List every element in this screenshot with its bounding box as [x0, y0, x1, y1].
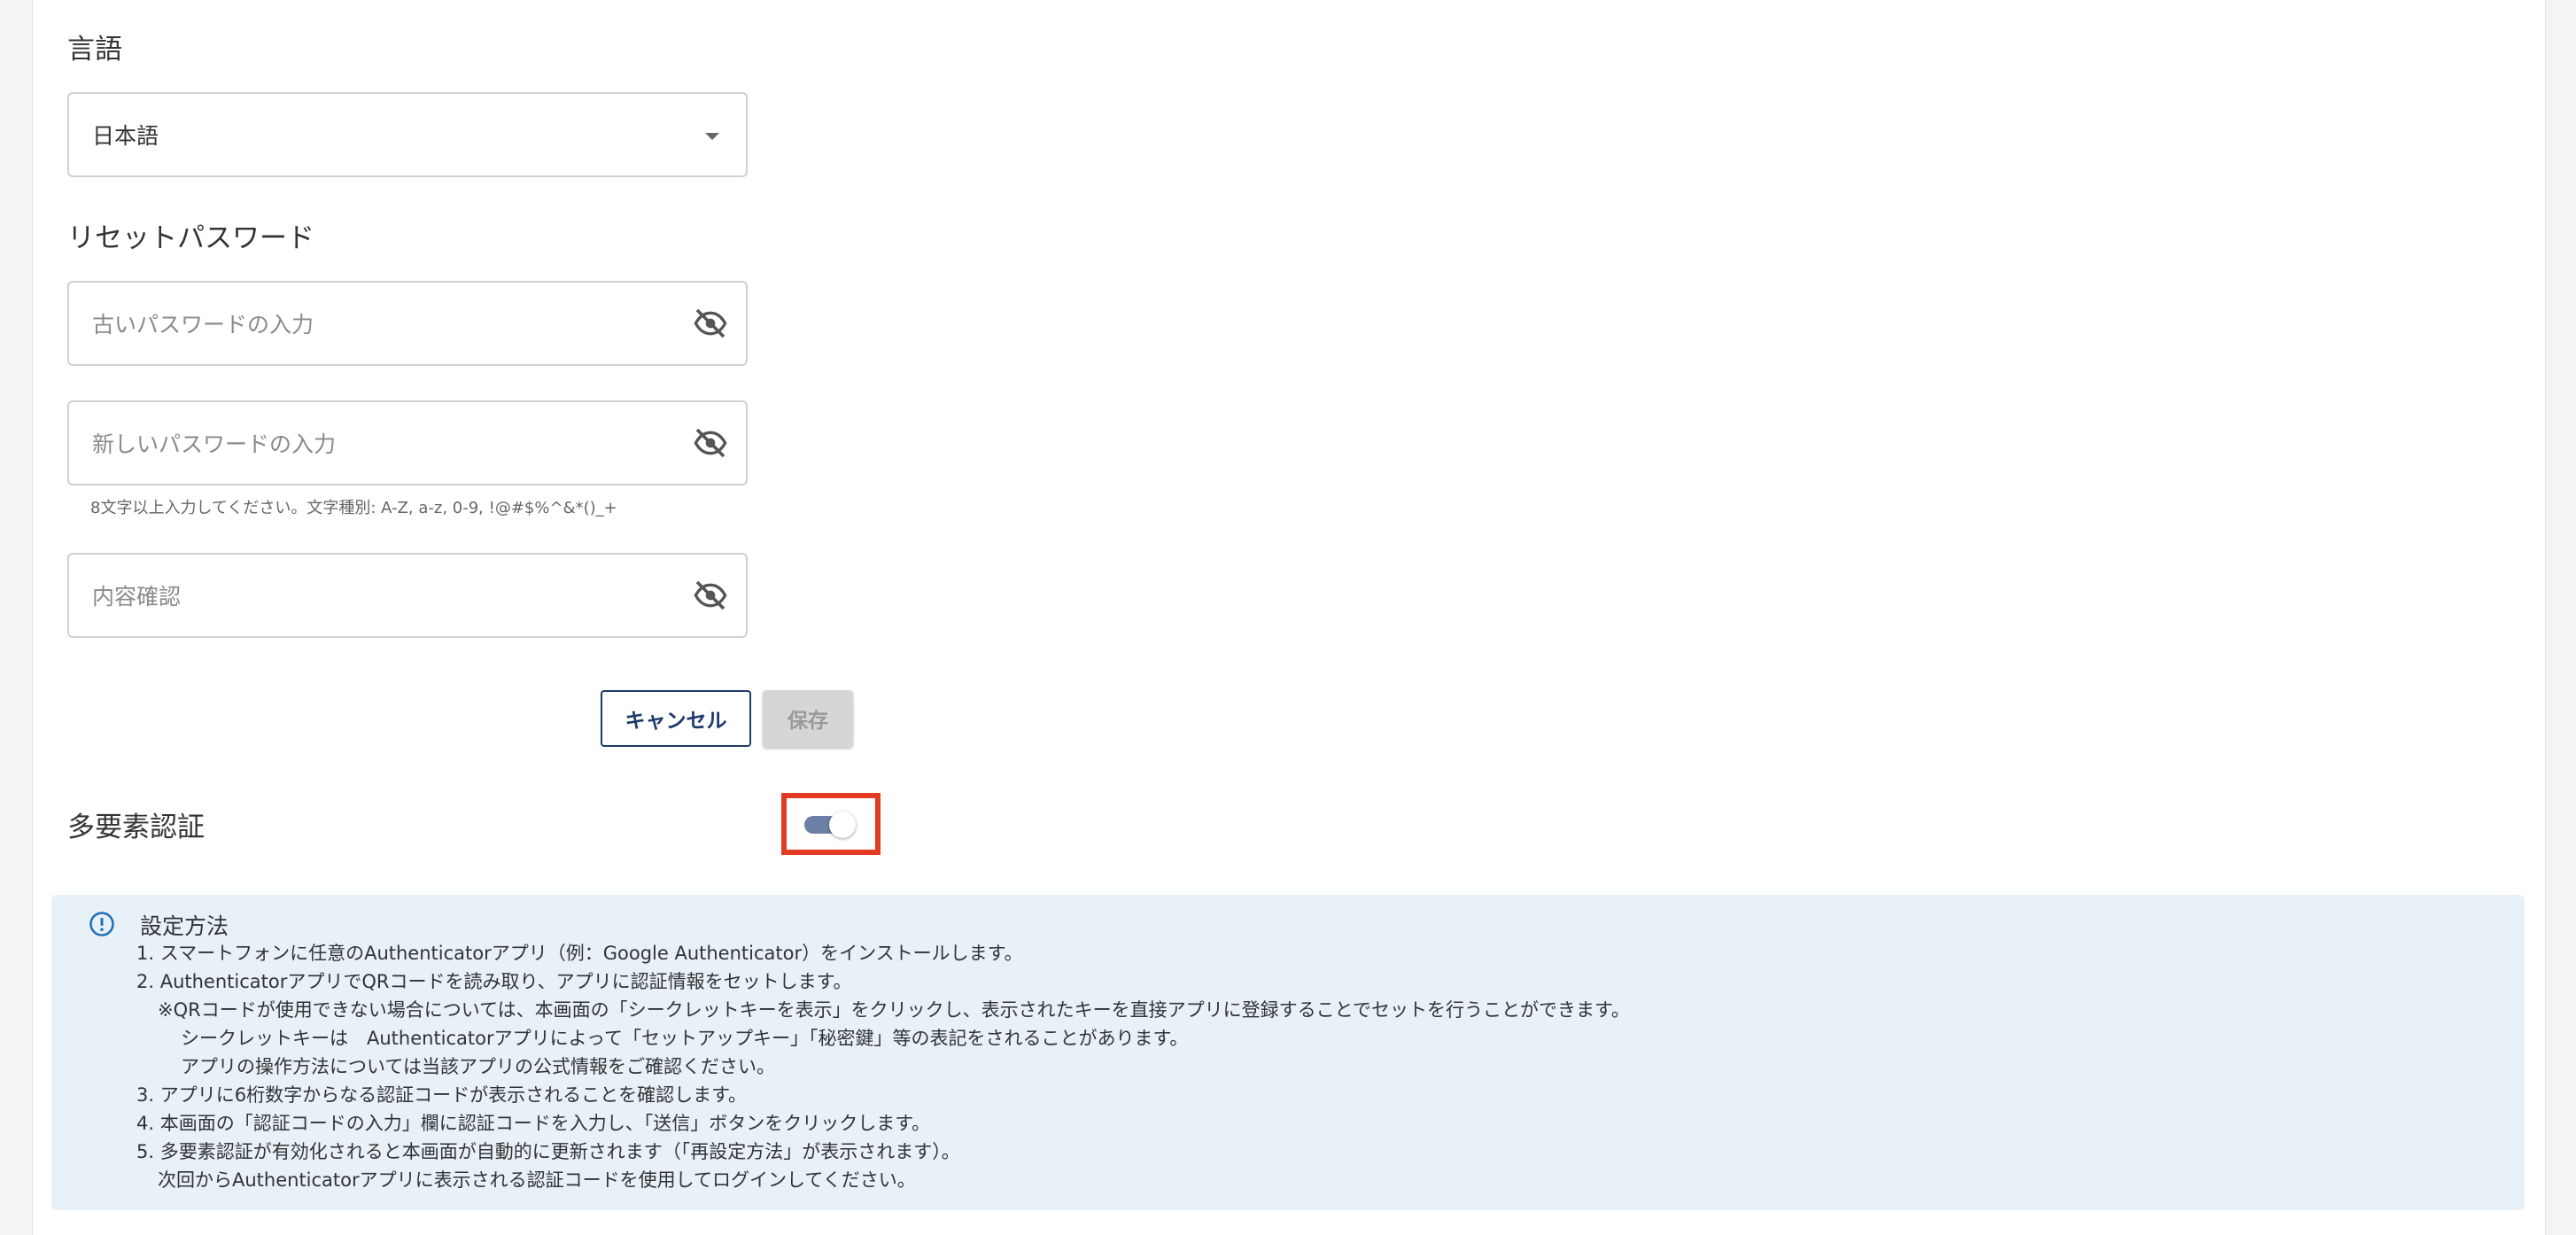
- cancel-button[interactable]: キャンセル: [601, 690, 751, 747]
- info-steps: 1. スマートフォンに任意のAuthenticatorアプリ（例：Google …: [136, 939, 1630, 1194]
- confirm-password-placeholder: 内容確認: [92, 584, 182, 610]
- new-password-field[interactable]: 新しいパスワードの入力: [67, 400, 748, 485]
- language-section-title: 言語: [67, 34, 122, 66]
- password-helper-text: 8文字以上入力してください。文字種別: A-Z, a-z, 0-9, !@#$%…: [90, 499, 617, 517]
- old-password-placeholder: 古いパスワードの入力: [92, 312, 314, 338]
- mfa-toggle[interactable]: [804, 812, 857, 838]
- info-icon: [89, 912, 114, 936]
- info-title: 設定方法: [140, 913, 229, 939]
- language-select[interactable]: 日本語: [67, 92, 748, 177]
- toggle-knob: [829, 812, 856, 838]
- eye-off-icon[interactable]: [693, 425, 728, 461]
- info-step: 2. AuthenticatorアプリでQRコードを読み取り、アプリに認証情報を…: [136, 971, 852, 992]
- eye-off-icon[interactable]: [693, 578, 728, 613]
- eye-off-icon[interactable]: [693, 306, 728, 341]
- info-step: 1. スマートフォンに任意のAuthenticatorアプリ（例：Google …: [136, 943, 1023, 964]
- mfa-section-title: 多要素認証: [67, 812, 205, 843]
- info-note: アプリの操作方法については当該アプリの公式情報をご確認ください。: [181, 1056, 775, 1077]
- info-step: 3. アプリに6桁数字からなる認証コードが表示されることを確認します。: [136, 1084, 747, 1106]
- save-button[interactable]: 保存: [763, 690, 853, 747]
- reset-password-section-title: リセットパスワード: [67, 222, 314, 254]
- new-password-placeholder: 新しいパスワードの入力: [92, 431, 337, 457]
- language-select-value: 日本語: [92, 123, 159, 149]
- info-note: シークレットキーは Authenticatorアプリによって「セットアップキー」…: [181, 1028, 1189, 1049]
- info-note: ※QRコードが使用できない場合については、本画面の「シークレットキーを表示」をク…: [158, 999, 1630, 1021]
- setup-info-box: 設定方法 1. スマートフォンに任意のAuthenticatorアプリ（例：Go…: [51, 895, 2525, 1210]
- chevron-down-icon: [705, 133, 719, 140]
- info-step: 4. 本画面の「認証コードの入力」欄に認証コードを入力し、「送信」ボタンをクリッ…: [136, 1113, 931, 1134]
- confirm-password-field[interactable]: 内容確認: [67, 553, 748, 638]
- info-step: 5. 多要素認証が有効化されると本画面が自動的に更新されます（「再設定方法」が表…: [136, 1141, 960, 1162]
- info-note: 次回からAuthenticatorアプリに表示される認証コードを使用してログイン…: [158, 1169, 916, 1191]
- old-password-field[interactable]: 古いパスワードの入力: [67, 281, 748, 366]
